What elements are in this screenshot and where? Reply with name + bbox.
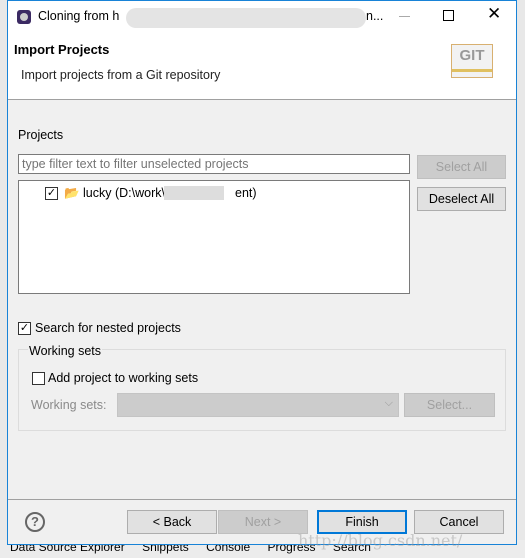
project-label: lucky (D:\work\r — [83, 186, 170, 200]
eclipse-icon — [17, 10, 31, 24]
project-label-suffix: ent) — [235, 186, 257, 200]
select-working-sets-button[interactable]: Select... — [404, 393, 495, 417]
working-sets-combo[interactable]: ⌵ — [117, 393, 399, 417]
git-logo-icon: GIT — [451, 44, 493, 78]
project-filter-input[interactable] — [18, 154, 410, 174]
redacted-region — [164, 186, 224, 200]
working-sets-group: Working sets Add project to working sets… — [18, 344, 506, 431]
working-sets-field-label: Working sets: — [31, 398, 107, 412]
close-button[interactable]: ✕ — [487, 4, 501, 24]
project-checkbox[interactable]: ✓ — [45, 187, 58, 200]
add-to-working-sets-label: Add project to working sets — [48, 371, 199, 385]
projects-label: Projects — [18, 128, 64, 142]
redacted-region — [126, 8, 366, 28]
import-dialog: Cloning from h n... ✕ Import Projects Im… — [7, 0, 517, 545]
help-icon[interactable]: ? — [25, 512, 45, 532]
chevron-down-icon: ⌵ — [384, 397, 393, 409]
working-sets-group-label: Working sets — [28, 344, 103, 358]
next-button[interactable]: Next > — [218, 510, 308, 534]
select-all-button[interactable]: Select All — [417, 155, 506, 179]
nested-projects-checkbox[interactable]: ✓ — [18, 322, 31, 335]
title-bar: Cloning from h n... ✕ — [8, 1, 516, 32]
back-button[interactable]: < Back — [127, 510, 217, 534]
maximize-button[interactable] — [443, 10, 454, 21]
folder-icon: 📂 — [64, 186, 80, 200]
footer-separator — [8, 499, 516, 500]
window-title: Cloning from h — [38, 9, 120, 23]
wizard-header: Import Projects Import projects from a G… — [8, 32, 516, 100]
page-description: Import projects from a Git repository — [21, 68, 221, 82]
window-title-suffix: n... — [366, 9, 384, 23]
page-title: Import Projects — [14, 42, 110, 57]
nested-projects-label: Search for nested projects — [35, 321, 181, 335]
deselect-all-button[interactable]: Deselect All — [417, 187, 506, 211]
minimize-button[interactable] — [399, 16, 410, 17]
projects-tree: ✓ 📂 lucky (D:\work\r ent) — [18, 180, 410, 294]
add-to-working-sets-checkbox[interactable] — [32, 372, 45, 385]
watermark: http://blog.csdn.net/ — [298, 531, 463, 550]
